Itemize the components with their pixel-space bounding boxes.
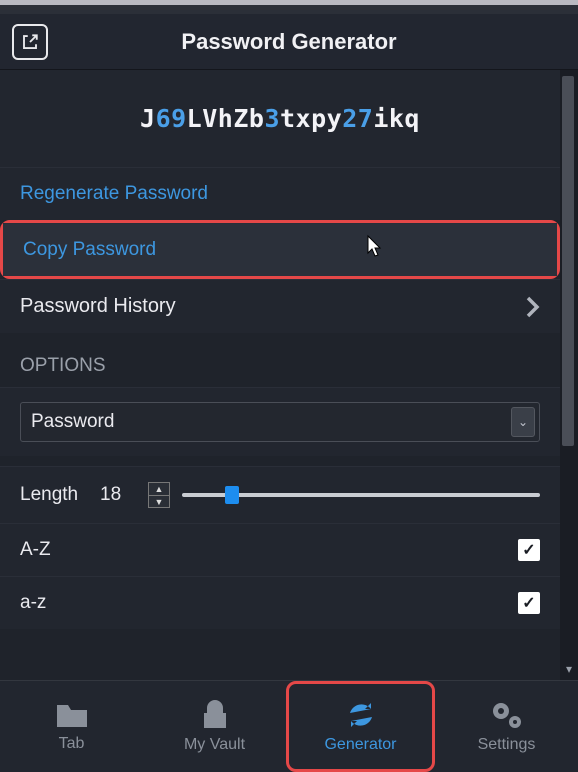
folder-icon <box>55 701 89 729</box>
window-titlebar-stub <box>0 0 578 14</box>
uppercase-checkbox[interactable]: ✓ <box>518 539 540 561</box>
password-type-row: Password ⌄ <box>0 387 560 456</box>
lowercase-label: a-z <box>20 592 46 614</box>
scrollbar-thumb[interactable] <box>562 76 574 446</box>
length-row: Length 18 ▲ ▼ <box>0 466 560 523</box>
copy-password-highlight: Copy Password <box>0 220 560 279</box>
scroll-down-icon[interactable]: ▾ <box>562 662 576 676</box>
uppercase-label: A-Z <box>20 539 51 561</box>
chevron-down-icon: ⌄ <box>511 407 535 437</box>
copy-password-button[interactable]: Copy Password <box>3 223 557 276</box>
options-heading: OPTIONS <box>0 333 560 387</box>
refresh-icon <box>345 700 377 730</box>
lowercase-checkbox[interactable]: ✓ <box>518 592 540 614</box>
popout-button[interactable] <box>12 24 48 60</box>
length-value: 18 <box>100 484 148 506</box>
nav-tab[interactable]: Tab <box>0 681 143 772</box>
nav-generator-label: Generator <box>324 736 396 754</box>
lock-icon <box>202 700 228 730</box>
password-history-button[interactable]: Password History <box>0 279 560 333</box>
page-title: Password Generator <box>48 29 530 55</box>
generated-password: J69LVhZb3txpy27ikq <box>0 70 560 167</box>
content-scroll[interactable]: J69LVhZb3txpy27ikq Regenerate Password C… <box>0 70 560 680</box>
password-type-value: Password <box>31 411 114 433</box>
length-label: Length <box>20 484 100 506</box>
stepper-down-icon: ▼ <box>149 496 169 508</box>
password-history-label: Password History <box>20 295 176 318</box>
nav-generator[interactable]: Generator <box>286 681 435 772</box>
nav-my-vault[interactable]: My Vault <box>143 681 286 772</box>
length-slider[interactable] <box>182 493 540 497</box>
regenerate-password-button[interactable]: Regenerate Password <box>0 167 560 220</box>
nav-settings-label: Settings <box>478 736 536 754</box>
lowercase-row[interactable]: a-z ✓ <box>0 576 560 629</box>
uppercase-row[interactable]: A-Z ✓ <box>0 523 560 576</box>
gears-icon <box>490 700 524 730</box>
chevron-right-icon <box>526 296 540 318</box>
header: Password Generator <box>0 14 578 70</box>
length-stepper[interactable]: ▲ ▼ <box>148 482 170 508</box>
popout-icon <box>21 33 39 51</box>
nav-settings[interactable]: Settings <box>435 681 578 772</box>
bottom-nav: Tab My Vault Generator Settings <box>0 680 578 772</box>
nav-tab-label: Tab <box>59 735 85 753</box>
nav-vault-label: My Vault <box>184 736 245 754</box>
password-type-select[interactable]: Password ⌄ <box>20 402 540 442</box>
stepper-up-icon: ▲ <box>149 483 169 496</box>
slider-thumb[interactable] <box>225 486 239 504</box>
